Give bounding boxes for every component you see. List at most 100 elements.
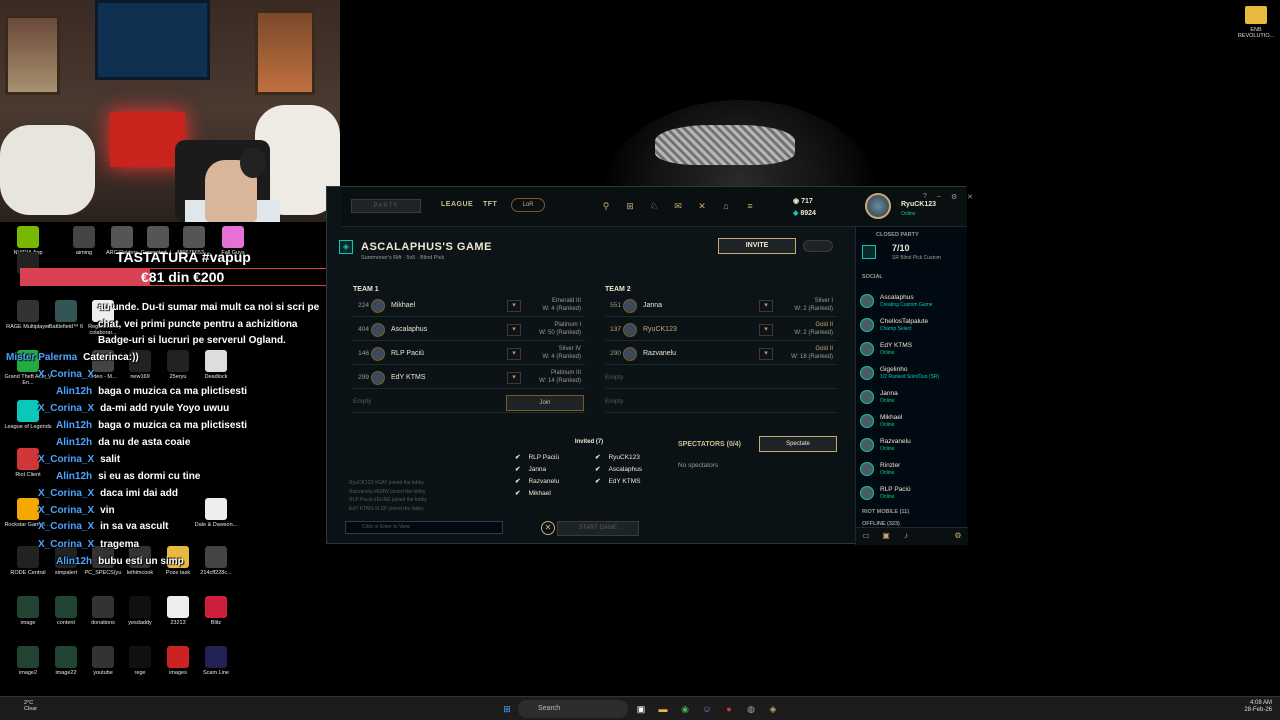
role-icon[interactable]: ▾ — [507, 348, 521, 360]
minimize-icon[interactable]: – — [937, 193, 941, 200]
desktop-icon-enb[interactable]: ENB REVOLUTIO... — [1236, 6, 1276, 39]
friend-name: EdY KTMS — [880, 342, 913, 349]
team1-header: TEAM 1 — [353, 286, 379, 293]
team-slot[interactable]: 299 EdY KTMS ▾ Platinum III W: 14 (Ranked) — [353, 367, 585, 389]
file-explorer-icon[interactable]: ▬ — [656, 702, 670, 716]
desktop-icon[interactable]: Deadlock — [188, 350, 244, 380]
friend-item[interactable]: Razvanelu Online — [856, 435, 966, 459]
app-icon — [55, 300, 77, 322]
team-slot[interactable]: 290 Razvanelu ▾ Gold II W: 18 (Ranked) — [605, 343, 837, 365]
be-balance[interactable]: ◆ 8924 — [793, 209, 816, 217]
nav-lor[interactable]: LoR — [511, 198, 545, 212]
weather-widget[interactable]: 2°C Clear — [10, 700, 37, 712]
riot-mobile-folder[interactable]: RIOT MOBILE (11) — [862, 509, 909, 515]
rp-balance[interactable]: ◉ 717 — [793, 197, 813, 205]
desktop-icon[interactable]: Scam Line — [188, 646, 244, 676]
start-game-button[interactable]: START GAME — [557, 521, 639, 536]
chat-message: Alin12h da nu de asta coaie — [56, 437, 190, 449]
app-icon — [17, 400, 39, 422]
webcam-painting-left — [5, 15, 60, 95]
app-icon — [129, 646, 151, 668]
friend-item[interactable]: Mikhael Online — [856, 411, 966, 435]
role-icon[interactable]: ▾ — [507, 324, 521, 336]
webcam-pillow-left — [0, 125, 95, 215]
task-view-icon[interactable]: ▣ — [634, 702, 648, 716]
role-icon[interactable]: ▾ — [759, 348, 773, 360]
app-icon — [205, 350, 227, 372]
role-icon[interactable]: ▾ — [507, 372, 521, 384]
nav-home-icon[interactable]: ⚲ — [601, 201, 611, 212]
start-icon[interactable]: ⊞ — [500, 702, 514, 716]
client-top-bar: PARTY LEAGUE TFT LoR ⚲ ⊞ ♘ ✉ ✕ ⌂ ≡ ◉ 717… — [341, 187, 973, 227]
help-icon[interactable]: ? — [923, 193, 927, 200]
nav-league[interactable]: LEAGUE — [441, 201, 473, 208]
nav-loot-icon[interactable]: ✉ — [673, 201, 683, 212]
invited-player: ✔ Razvanelu — [515, 477, 559, 485]
settings-icon[interactable]: ⚙ — [951, 193, 957, 201]
role-icon[interactable]: ▾ — [507, 300, 521, 312]
friend-item[interactable]: Ascalaphus Creating Custom Game — [856, 291, 966, 315]
desktop-icon[interactable]: 214cff228c... — [188, 546, 244, 576]
nav-collection-icon[interactable]: ♘ — [649, 201, 659, 212]
team-slot[interactable]: Empty — [605, 367, 837, 389]
clock[interactable]: 4:08 AM 28-Feb-26 — [1244, 700, 1272, 714]
chat-icon[interactable]: ▭ — [860, 531, 872, 543]
chat-username: Mister Palerma — [6, 352, 78, 363]
voice-icon[interactable]: ♪ — [900, 531, 912, 543]
league-taskbar-icon[interactable]: ◈ — [766, 702, 780, 716]
nav-tft[interactable]: TFT — [483, 201, 497, 208]
player-lp: 137 — [610, 326, 621, 333]
friend-status: Online — [880, 398, 895, 404]
discord-icon[interactable]: ☺ — [700, 702, 714, 716]
team-slot[interactable]: 137 RyuCK123 ▾ Gold II W: 2 (Ranked) — [605, 319, 837, 341]
desktop-icon[interactable]: Dale & Dawson... — [188, 498, 244, 528]
desktop-icon[interactable]: Blitz — [188, 596, 244, 626]
app-icon — [92, 596, 114, 618]
team-slot[interactable]: Empty — [605, 391, 837, 413]
desktop-icon-label: Riot Client — [15, 472, 41, 478]
friend-item[interactable]: RLP Paciü Online — [856, 483, 966, 507]
friend-status: Online — [880, 470, 895, 476]
steam-icon[interactable]: ◍ — [744, 702, 758, 716]
chat-text: bubu esti un simp — [98, 556, 184, 567]
spectate-button[interactable]: Spectate — [759, 436, 837, 452]
friend-item[interactable]: Gigelinho 1/2 Ranked Solo/Duo (SR) — [856, 363, 966, 387]
nav-tft-icon[interactable]: ✕ — [697, 201, 707, 212]
desktop-icon-label: 25eryu — [169, 374, 187, 380]
player-name: Janna — [643, 302, 663, 309]
team2-header: TEAM 2 — [605, 286, 631, 293]
party-button[interactable]: PARTY — [351, 199, 421, 213]
team-slot[interactable]: 146 RLP Paciü ▾ Silver IV W: 4 (Ranked) — [353, 343, 585, 365]
missions-icon[interactable]: ▣ — [880, 531, 892, 543]
join-team1-button[interactable]: Join — [506, 395, 584, 411]
nav-store-icon[interactable]: ⌂ — [721, 201, 731, 212]
friend-item[interactable]: Janna Online — [856, 387, 966, 411]
social-settings-icon[interactable]: ⚙ — [952, 531, 964, 543]
lobby-chat-input[interactable]: Click or Enter to View — [345, 521, 503, 534]
chat-username: X_Corina_X — [38, 521, 95, 532]
lobby-toggle[interactable] — [803, 240, 833, 252]
close-icon[interactable]: ✕ — [967, 193, 973, 201]
team-slot[interactable]: 404 Ascalaphus ▾ Platinum I W: 50 (Ranked) — [353, 319, 585, 341]
riot-client-icon[interactable]: ● — [722, 702, 736, 716]
profile-widget[interactable]: RyuCK123 Online ? – ⚙ ✕ — [861, 191, 981, 225]
desktop-icon-label: images — [169, 670, 187, 676]
friend-item[interactable]: Rinzler Online — [856, 459, 966, 483]
nav-profile-icon[interactable]: ⊞ — [625, 201, 635, 212]
invite-button[interactable]: INVITE — [718, 238, 796, 254]
team-slot[interactable]: 551 Janna ▾ Silver I W: 2 (Ranked) — [605, 295, 837, 317]
desktop-icon-label: new169 — [130, 374, 150, 380]
role-icon[interactable]: ▾ — [759, 300, 773, 312]
role-icon[interactable]: ▾ — [759, 324, 773, 336]
check-icon: ✔ — [515, 490, 521, 497]
team-slot[interactable]: 224 Mikhael ▾ Emerald III W: 4 (Ranked) — [353, 295, 585, 317]
friend-name: Gigelinho — [880, 366, 908, 373]
friend-avatar — [860, 318, 874, 332]
nav-settings-icon[interactable]: ≡ — [745, 201, 755, 212]
leave-lobby-button[interactable]: ✕ — [541, 521, 555, 535]
donation-goal-title: TASTATURA #vapup — [116, 249, 251, 265]
taskbar-search[interactable]: Search — [518, 700, 628, 718]
friend-item[interactable]: EdY KTMS Online — [856, 339, 966, 363]
chrome-icon[interactable]: ◉ — [678, 702, 692, 716]
friend-item[interactable]: ChelIosTalpalute Champ Select — [856, 315, 966, 339]
